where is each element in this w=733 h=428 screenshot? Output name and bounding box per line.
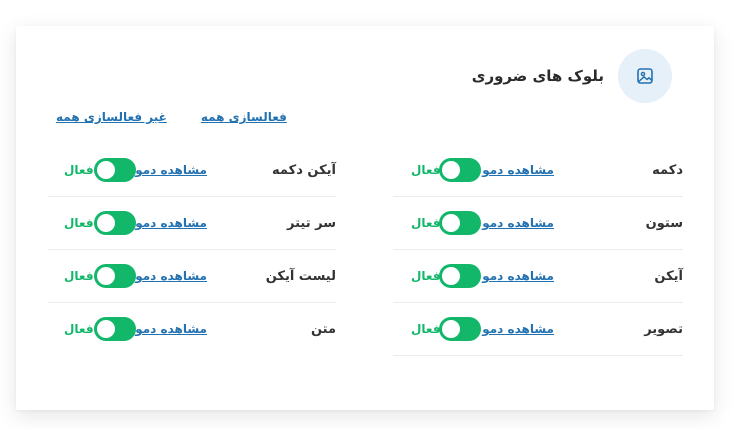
view-demo-link[interactable]: مشاهده دمو [135,250,207,303]
toggle-knob [97,214,115,232]
block-toggle[interactable] [94,211,136,235]
block-toggle[interactable] [439,317,481,341]
block-toggle[interactable] [94,264,136,288]
status-label: فعال [411,216,441,230]
block-name: دکمه [652,163,683,178]
block-toggle[interactable] [439,211,481,235]
block-row-column: ستون مشاهده دمو فعال [393,197,683,250]
activate-all-link[interactable]: فعالسازی همه [201,110,287,124]
block-name: آیکن [654,269,683,284]
block-name: لیست آیکن [265,269,336,284]
block-toggle[interactable] [439,158,481,182]
block-name: تصویر [644,322,683,337]
block-name: متن [310,322,336,337]
status-label: فعال [411,322,441,336]
block-row-icon-button: آیکن دکمه مشاهده دمو فعال [48,144,336,197]
status-label: فعال [64,163,94,177]
view-demo-link[interactable]: مشاهده دمو [482,144,554,197]
view-demo-link[interactable]: مشاهده دمو [135,197,207,250]
deactivate-all-link[interactable]: غیر فعالسازی همه [56,110,167,124]
status-label: فعال [64,269,94,283]
block-name: ستون [645,216,683,231]
view-demo-link[interactable]: مشاهده دمو [482,197,554,250]
block-row-button: دکمه مشاهده دمو فعال [393,144,683,197]
block-toggle[interactable] [94,317,136,341]
toggle-knob [97,161,115,179]
block-toggle[interactable] [94,158,136,182]
block-row-heading: سر تیتر مشاهده دمو فعال [48,197,336,250]
block-name: آیکن دکمه [272,163,336,178]
status-label: فعال [411,269,441,283]
page-title: بلوک های ضروری [471,67,604,85]
toggle-knob [97,320,115,338]
view-demo-link[interactable]: مشاهده دمو [135,144,207,197]
block-toggle[interactable] [439,264,481,288]
card-header: بلوک های ضروری [472,49,672,103]
view-demo-link[interactable]: مشاهده دمو [135,303,207,356]
block-row-icon: آیکن مشاهده دمو فعال [393,250,683,303]
status-label: فعال [64,216,94,230]
toggle-knob [97,267,115,285]
essential-blocks-card: بلوک های ضروری فعالسازی همه غیر فعالسازی… [16,26,714,410]
block-row-text: متن مشاهده دمو فعال [48,303,336,356]
block-name: سر تیتر [287,216,336,231]
block-row-image: تصویر مشاهده دمو فعال [393,303,683,356]
status-label: فعال [64,322,94,336]
image-icon [618,49,672,103]
status-label: فعال [411,163,441,177]
toggle-knob [442,214,460,232]
block-row-icon-list: لیست آیکن مشاهده دمو فعال [48,250,336,303]
view-demo-link[interactable]: مشاهده دمو [482,250,554,303]
toggle-knob [442,161,460,179]
view-demo-link[interactable]: مشاهده دمو [482,303,554,356]
toggle-knob [442,267,460,285]
bulk-actions: فعالسازی همه غیر فعالسازی همه [56,110,287,124]
toggle-knob [442,320,460,338]
